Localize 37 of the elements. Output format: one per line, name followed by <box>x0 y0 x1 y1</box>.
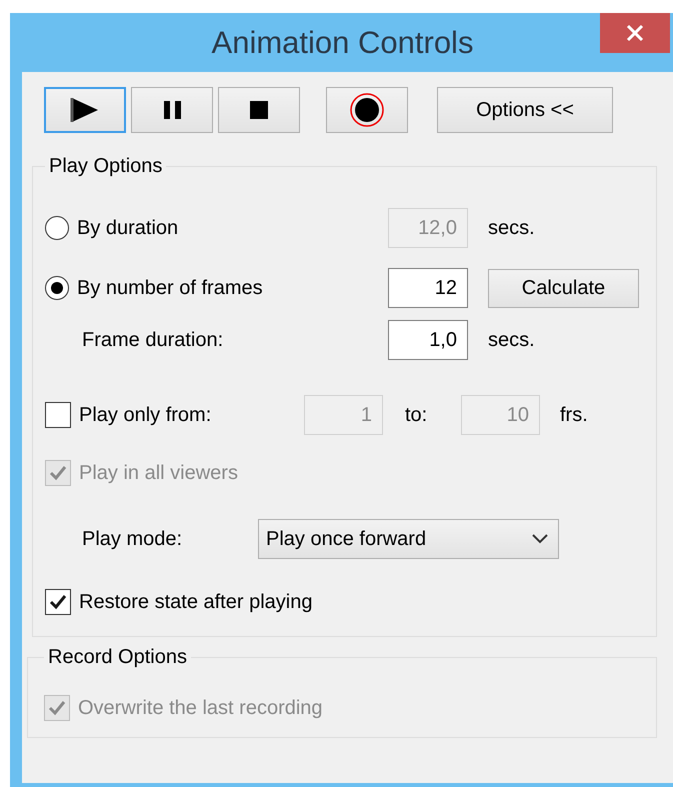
close-icon <box>626 24 644 42</box>
record-button[interactable] <box>326 87 408 133</box>
stop-icon <box>250 101 268 119</box>
input-field[interactable]: 12 <box>388 268 468 308</box>
play-icon <box>70 96 100 124</box>
stop-button[interactable] <box>218 87 300 133</box>
checkbox-label: Restore state after playing <box>79 590 312 614</box>
radio-button[interactable] <box>45 276 69 300</box>
check-icon <box>48 700 66 716</box>
checkbox-label: Play only from: <box>79 404 212 426</box>
play-button[interactable] <box>44 87 126 133</box>
group-title: Play Options <box>48 155 164 178</box>
field-label: Play mode: <box>82 528 182 550</box>
input-field[interactable]: 1,0 <box>388 320 468 360</box>
radio-label: By number of frames <box>77 276 263 300</box>
check-icon <box>49 465 67 481</box>
play-mode-dropdown[interactable]: Play once forward <box>258 519 559 559</box>
checkbox-label: Play in all viewers <box>79 462 238 484</box>
pause-icon <box>164 101 180 119</box>
pause-button[interactable] <box>131 87 213 133</box>
window-title: Animation Controls <box>212 24 474 60</box>
calculate-button[interactable]: Calculate <box>488 268 639 308</box>
checkbox-label: Overwrite the last recording <box>78 696 323 720</box>
unit-label: frs. <box>560 404 588 426</box>
radio-label: By duration <box>77 216 178 240</box>
field-label: Frame duration: <box>82 328 224 352</box>
options-button[interactable]: Options << <box>437 87 613 133</box>
check-icon <box>49 594 67 610</box>
field-label: to: <box>405 404 428 426</box>
chevron-down-icon <box>532 534 548 544</box>
close-button[interactable] <box>600 13 670 53</box>
group-title: Record Options <box>47 646 188 669</box>
unit-label: secs. <box>488 328 535 352</box>
checkbox[interactable] <box>45 402 71 428</box>
record-icon <box>350 93 384 127</box>
unit-label: secs. <box>488 216 535 240</box>
checkbox[interactable] <box>45 589 71 615</box>
